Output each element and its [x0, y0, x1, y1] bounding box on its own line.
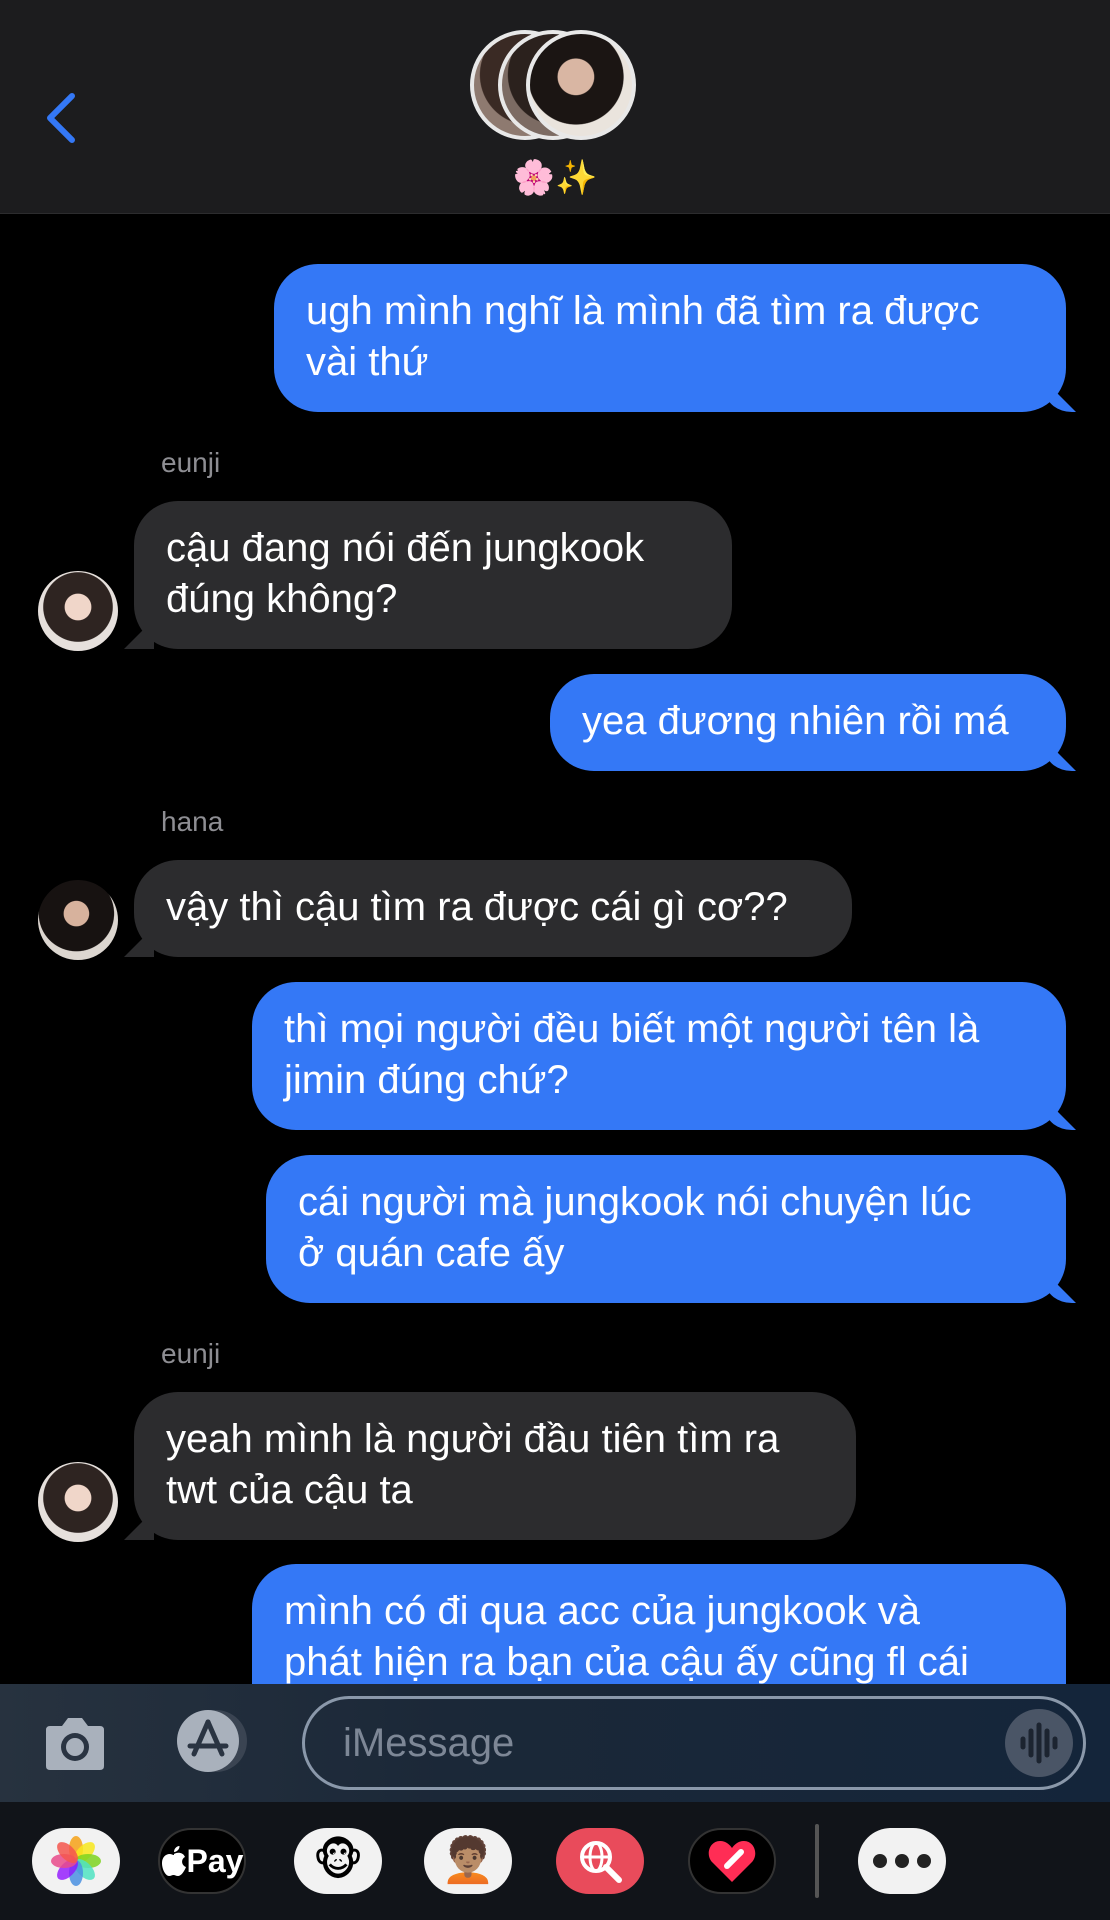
- message-text-line: twt của cậu ta: [166, 1468, 413, 1512]
- apple-pay-button[interactable]: Pay: [158, 1828, 246, 1894]
- incoming-message[interactable]: yeah mình là người đầu tiên tìm ra twt c…: [134, 1392, 856, 1540]
- message-text-line: cái người mà jungkook nói chuyện lúc: [298, 1180, 972, 1224]
- compose-bar: iMessage: [0, 1684, 1110, 1802]
- message-text-line: yea đương nhiên rồi má: [582, 699, 1009, 743]
- digital-touch-icon: [708, 1841, 756, 1882]
- message-text-line: ugh mình nghĩ là mình đã tìm ra được: [306, 289, 980, 333]
- memoji-icon: 🧑🏽‍🦱: [440, 1836, 496, 1885]
- message-text-line: vài thứ: [306, 340, 429, 384]
- app-store-icon: [177, 1710, 247, 1772]
- message-text-line: phát hiện ra bạn của cậu ấy cũng fl cái: [284, 1640, 969, 1684]
- outgoing-message[interactable]: ugh mình nghĩ là mình đã tìm ra được vài…: [274, 264, 1066, 412]
- avatar[interactable]: [38, 1462, 118, 1542]
- more-apps-button[interactable]: [858, 1828, 946, 1894]
- avatar[interactable]: [38, 571, 118, 651]
- voice-message-button[interactable]: [1005, 1709, 1073, 1777]
- sender-name: eunji: [161, 447, 221, 478]
- group-avatar-3: [526, 30, 636, 140]
- incoming-message[interactable]: cậu đang nói đến jungkook đúng không?: [134, 501, 732, 649]
- incoming-message[interactable]: vậy thì cậu tìm ra được cái gì cơ??: [134, 860, 852, 957]
- avatar[interactable]: [38, 880, 118, 960]
- imessage-placeholder: iMessage: [343, 1721, 515, 1765]
- memoji-button[interactable]: 🧑🏽‍🦱: [424, 1828, 512, 1894]
- conversation-header: 🌸✨: [0, 0, 1110, 214]
- web-search-button[interactable]: [556, 1828, 644, 1894]
- outgoing-message[interactable]: cái người mà jungkook nói chuyện lúc ở q…: [266, 1155, 1066, 1303]
- message-text-line: cậu đang nói đến jungkook: [166, 526, 645, 570]
- web-search-icon: [580, 1841, 622, 1883]
- app-drawer: Pay 🐵 🧑🏽‍🦱: [0, 1802, 1110, 1920]
- sender-name: hana: [161, 806, 224, 837]
- voice-waveform-icon: [1020, 1722, 1058, 1764]
- more-icon: [869, 1854, 935, 1868]
- animoji-icon: 🐵: [312, 1836, 364, 1885]
- apple-pay-icon: [161, 1846, 186, 1876]
- photos-app-button[interactable]: [32, 1828, 120, 1894]
- back-chevron-icon: [47, 93, 75, 143]
- message-text-line: ở quán cafe ấy: [298, 1231, 565, 1275]
- drawer-divider: [815, 1824, 819, 1898]
- camera-icon: [46, 1718, 104, 1770]
- outgoing-message[interactable]: mình có đi qua acc của jungkook và phát …: [252, 1564, 1066, 1684]
- message-text-line: thì mọi người đều biết một người tên là: [284, 1007, 980, 1051]
- message-text-line: jimin đúng chứ?: [284, 1058, 569, 1102]
- message-thread[interactable]: ugh mình nghĩ là mình đã tìm ra được vài…: [0, 214, 1110, 1684]
- imessage-input[interactable]: iMessage: [302, 1696, 1086, 1790]
- message-text-line: đúng không?: [166, 577, 398, 621]
- back-button[interactable]: [38, 82, 88, 154]
- group-avatar-stack[interactable]: [470, 30, 640, 145]
- digital-touch-button[interactable]: [688, 1828, 776, 1894]
- group-name[interactable]: 🌸✨: [0, 158, 1110, 198]
- message-text-line: yeah mình là người đầu tiên tìm ra: [166, 1417, 780, 1461]
- app-store-button[interactable]: [168, 1708, 256, 1774]
- message-text-line: vậy thì cậu tìm ra được cái gì cơ??: [166, 885, 788, 929]
- sender-name: eunji: [161, 1338, 221, 1369]
- message-text-line: mình có đi qua acc của jungkook và: [284, 1589, 920, 1633]
- animoji-button[interactable]: 🐵: [294, 1828, 382, 1894]
- photos-icon: [51, 1836, 101, 1886]
- apple-pay-label: Pay: [186, 1842, 244, 1879]
- outgoing-message[interactable]: thì mọi người đều biết một người tên là …: [252, 982, 1066, 1130]
- camera-button[interactable]: [42, 1712, 108, 1774]
- outgoing-message[interactable]: yea đương nhiên rồi má: [550, 674, 1066, 771]
